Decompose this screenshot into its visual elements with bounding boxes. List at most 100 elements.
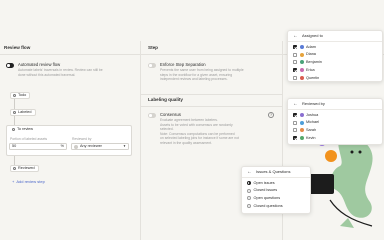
orange-circle [325, 150, 337, 162]
radio-option[interactable]: Open questions [242, 195, 310, 203]
consensus-desc-3: selected. [160, 127, 174, 131]
reviewer-label: Reviewed by [72, 137, 92, 141]
consensus-toggle[interactable] [148, 113, 156, 118]
enforce-separation-label: Enforce Step Separation [160, 62, 206, 67]
avatar [299, 112, 304, 117]
avatar [299, 52, 304, 57]
automated-review-label: Automated review flow [18, 62, 61, 67]
step-labeled[interactable]: Labeled [10, 109, 36, 116]
user-name: Michael [306, 120, 320, 125]
step-to-review-label: To review [17, 127, 34, 132]
option-label: Closed questions [253, 204, 283, 209]
labeling-quality-title: Labeling quality [148, 97, 183, 102]
help-icon[interactable]: ? [268, 112, 274, 118]
issues-questions-panel: ← Issues & Questions Open issues Closed … [241, 166, 311, 214]
radio-button[interactable] [247, 196, 251, 201]
step-reviewed-label: Reviewed [18, 166, 35, 171]
portion-value: 50 [12, 144, 17, 149]
radio-button[interactable] [247, 188, 251, 193]
enforce-desc-1: Prevents the same user from being assign… [160, 68, 244, 72]
checkbox[interactable] [293, 136, 297, 141]
circle-icon [13, 94, 16, 97]
option-label: Open issues [253, 180, 275, 185]
user-name: Diana [306, 52, 316, 57]
checkbox[interactable] [293, 128, 297, 133]
checkbox[interactable] [293, 76, 297, 81]
automated-review-toggle[interactable] [6, 63, 14, 68]
avatar [299, 76, 304, 81]
avatar [74, 144, 78, 149]
portion-input[interactable]: 50 % [9, 143, 67, 150]
percent-unit: % [60, 144, 64, 149]
avatar [299, 136, 304, 141]
checkbox[interactable] [293, 60, 297, 65]
reviewed-by-panel: ← Reviewed by Joshua Michael Sarah Kevin [287, 98, 383, 145]
step-todo-label: Todo [18, 93, 27, 98]
checkbox[interactable] [293, 120, 297, 125]
checkbox[interactable] [293, 68, 297, 73]
review-flow-title: Review flow [4, 45, 31, 50]
list-item[interactable]: Kevin [288, 134, 382, 142]
back-arrow-icon[interactable]: ← [293, 33, 298, 39]
step-to-review[interactable]: To review [10, 126, 36, 133]
enforce-desc-3: independent reviews and labeling process… [160, 77, 228, 81]
add-review-step-label: Add review step [16, 179, 45, 184]
list-item[interactable]: Adam [288, 43, 382, 51]
mascot-illustration [308, 137, 373, 228]
radio-option[interactable]: Closed questions [242, 202, 310, 210]
circle-icon [12, 128, 15, 131]
avatar [299, 128, 304, 133]
radio-button[interactable] [247, 180, 251, 185]
user-name: Kevin [306, 136, 316, 141]
enforce-desc-2: steps in the workflow for a given asset,… [160, 72, 233, 77]
consensus-label: Consensus [160, 112, 181, 117]
radio-option[interactable]: Open issues [242, 179, 310, 187]
list-item[interactable]: Diana [288, 51, 382, 59]
consensus-desc-2: Assets to be voted with consensus are ra… [160, 122, 233, 127]
reviewer-value: Any reviewer [80, 144, 102, 149]
back-arrow-icon[interactable]: ← [247, 169, 252, 175]
chevron-down-icon: ▼ [123, 143, 126, 148]
checkbox[interactable] [293, 112, 297, 117]
consensus-desc-5: on selected labeling jobs for instance i… [160, 136, 239, 140]
checkbox[interactable] [293, 44, 297, 49]
assigned-to-panel: ← Assigned to Adam Diana Benjamin Erica … [287, 30, 383, 82]
user-name: Joshua [306, 112, 319, 117]
add-review-step-button[interactable]: + Add review step [12, 179, 45, 185]
automated-review-desc-1: Automate labels' traversals in review. R… [18, 68, 103, 72]
option-label: Open questions [253, 196, 281, 201]
list-item[interactable]: Sarah [288, 127, 382, 135]
mascot-body [331, 137, 373, 218]
list-item[interactable]: Benjamin [288, 59, 382, 67]
enforce-separation-toggle[interactable] [148, 63, 156, 68]
assigned-to-title: Assigned to [302, 32, 323, 38]
automated-review-desc-2: done without this automated traversal. [18, 72, 76, 77]
checkbox[interactable] [293, 52, 297, 57]
consensus-desc-4: Note: Consensus computations can be perf… [160, 131, 235, 136]
issues-title: Issues & Questions [256, 168, 291, 174]
user-name: Quentin [306, 75, 320, 80]
list-item[interactable]: Erica [288, 66, 382, 74]
consensus-desc-1: Evaluate agreement between labelers. [160, 118, 218, 122]
step-title: Step [148, 45, 158, 50]
reviewed-by-title: Reviewed by [302, 100, 325, 106]
radio-option[interactable]: Closed issues [242, 187, 310, 195]
avatar [299, 60, 304, 65]
plus-icon: + [12, 179, 15, 184]
list-item[interactable]: Joshua [288, 111, 382, 119]
step-labeled-label: Labeled [18, 110, 32, 115]
user-name: Adam [306, 44, 316, 49]
list-item[interactable]: Quentin [288, 74, 382, 82]
step-reviewed[interactable]: Reviewed [10, 165, 39, 172]
dark-card [308, 174, 334, 194]
avatar [299, 120, 304, 125]
consensus-desc-6: relevant in the quality assessment. [160, 140, 213, 145]
reviewer-select[interactable]: Any reviewer ▼ [71, 143, 129, 150]
list-item[interactable]: Michael [288, 119, 382, 127]
user-name: Erica [306, 68, 315, 73]
back-arrow-icon[interactable]: ← [293, 101, 298, 107]
step-todo[interactable]: Todo [10, 92, 31, 99]
avatar [299, 68, 304, 73]
radio-button[interactable] [247, 204, 251, 209]
option-label: Closed issues [253, 188, 278, 193]
